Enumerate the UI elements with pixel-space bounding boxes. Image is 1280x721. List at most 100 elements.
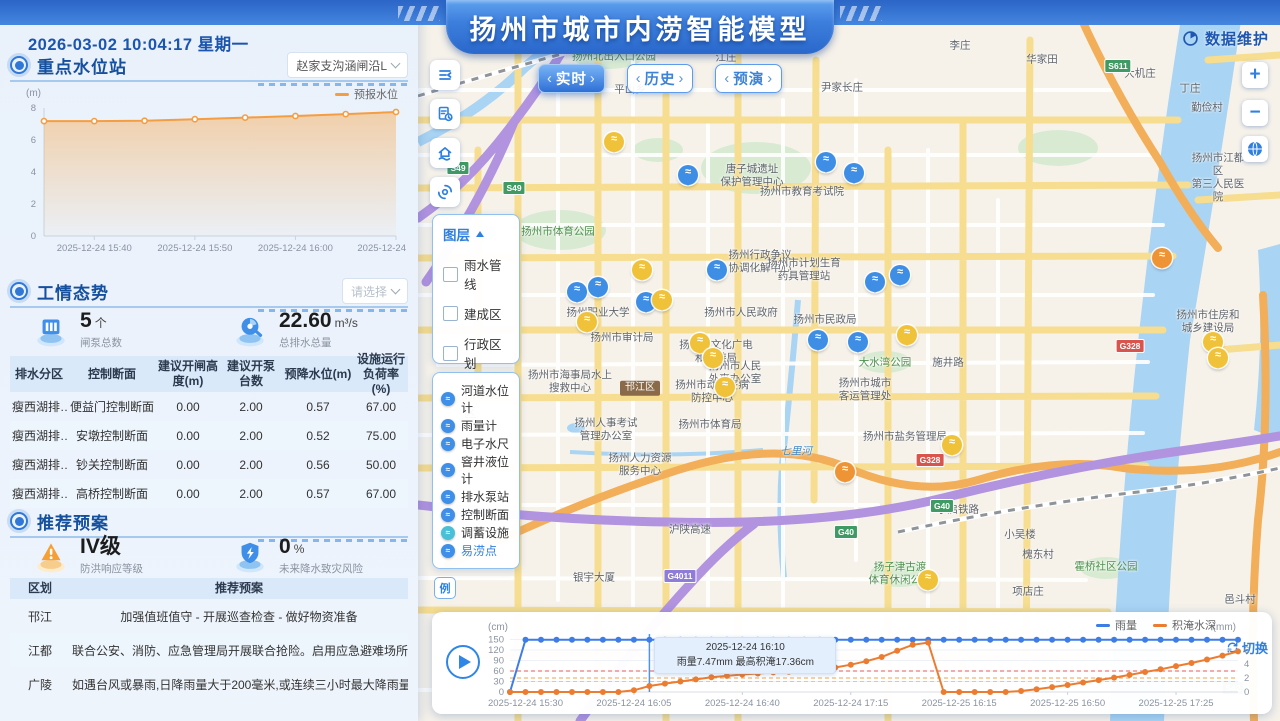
checkbox[interactable] (443, 306, 458, 321)
basemap-globe-button[interactable] (1242, 136, 1268, 162)
stat-value: 22.60 (279, 309, 332, 332)
svg-text:0: 0 (499, 687, 504, 698)
section-title: 重点水位站 (37, 53, 127, 78)
typhoon-icon-button[interactable] (430, 177, 460, 207)
layer-item-行政区划[interactable]: 行政区划 (443, 334, 509, 372)
table-cell: 加强值班值守 - 开展巡查检查 - 做好物资准备 (70, 608, 408, 625)
collapse-icon-button[interactable] (430, 60, 460, 90)
layer-item-建成区[interactable]: 建成区 (443, 304, 509, 323)
flood-level-icon (32, 537, 70, 575)
map-marker-yellow[interactable] (918, 570, 938, 590)
table-cell: 50.00 (354, 458, 408, 472)
checkbox[interactable] (443, 346, 458, 361)
zoom-out-button[interactable]: − (1242, 100, 1268, 126)
table-cell: 0.52 (282, 429, 354, 443)
legend-item-电子水尺[interactable]: 电子水尺 (441, 435, 511, 452)
station-chart-block[interactable]: (m) 预报水位 024682025-12-24 15:402025-12-24… (10, 86, 408, 266)
map-marker-yellow[interactable] (715, 377, 735, 397)
legend-item-控制断面[interactable]: 控制断面 (441, 506, 511, 523)
column-header: 区划 (10, 581, 70, 596)
mode-button-预演[interactable]: 预演 (715, 64, 782, 93)
column-header: 预降水位(m) (282, 367, 354, 382)
section-title: 工情态势 (37, 279, 109, 304)
stat-value: 0 (279, 535, 291, 558)
scheme-report-icon-button[interactable] (430, 99, 460, 129)
data-maintenance-button[interactable]: 数据维护 (1182, 28, 1269, 49)
svg-text:2025-12-24 15:50: 2025-12-24 15:50 (157, 243, 232, 254)
svg-text:2025-12-25 17:25: 2025-12-25 17:25 (1139, 698, 1214, 709)
chevron-down-icon (391, 59, 401, 69)
layers-panel-header[interactable]: 图层 (443, 224, 509, 244)
rainfall-depth-chart[interactable]: 030609012015002462025-12-24 15:302025-12… (462, 628, 1254, 712)
risk-shield-icon (231, 537, 269, 575)
engineering-table: 排水分区控制断面建议开闸高度(m)建议开泵台数预降水位(m)设施运行负荷率(%)… (10, 356, 408, 508)
table-cell: 广陵 (10, 676, 70, 693)
map-marker-blue[interactable] (808, 330, 828, 350)
svg-text:90: 90 (493, 656, 504, 667)
svg-text:8: 8 (31, 103, 36, 114)
legend-toggle-button[interactable]: 例 (434, 577, 456, 599)
map-pin-icon (441, 508, 455, 522)
map-marker-yellow[interactable] (942, 435, 962, 455)
svg-text:4: 4 (1244, 659, 1249, 670)
svg-text:4: 4 (31, 167, 36, 178)
legend-item-label: 调蓄设施 (461, 524, 509, 541)
stat-value: IV级 (80, 535, 121, 558)
map-marker-orange[interactable] (835, 462, 855, 482)
svg-text:2: 2 (31, 199, 36, 210)
flood-house-icon-button[interactable] (430, 138, 460, 168)
layer-label: 雨水管线 (464, 255, 509, 293)
svg-text:2025-12-24 16:40: 2025-12-24 16:40 (705, 698, 780, 709)
map-marker-blue[interactable] (890, 265, 910, 285)
legend-item-排水泵站[interactable]: 排水泵站 (441, 488, 511, 505)
stat-label: 未来降水致灾风险 (279, 561, 363, 576)
map-marker-yellow[interactable] (577, 312, 597, 332)
gate-icon (32, 311, 70, 349)
map-marker-yellow[interactable] (1208, 348, 1228, 368)
map-marker-yellow[interactable] (703, 348, 723, 368)
map-marker-blue[interactable] (816, 152, 836, 172)
svg-text:2025-12-24 16:05: 2025-12-24 16:05 (596, 698, 671, 709)
column-header: 建议开泵台数 (220, 359, 282, 389)
map-marker-blue[interactable] (678, 165, 698, 185)
table-cell: 邗江 (10, 608, 70, 625)
legend-item-窨井液位计[interactable]: 窨井液位计 (441, 453, 511, 487)
table-cell: 钞关控制断面 (68, 456, 156, 473)
zoom-in-button[interactable]: + (1242, 62, 1268, 88)
map-marker-blue[interactable] (567, 282, 587, 302)
legend-item-雨量计[interactable]: 雨量计 (441, 417, 511, 434)
layer-item-雨水管线[interactable]: 雨水管线 (443, 255, 509, 293)
legend-item-label: 窨井液位计 (461, 453, 511, 487)
svg-text:2025-12-24 16:00: 2025-12-24 16:00 (258, 243, 333, 254)
map-marker-blue[interactable] (865, 272, 885, 292)
map-marker-yellow[interactable] (632, 260, 652, 280)
map-marker-orange[interactable] (1152, 248, 1172, 268)
station-select-dropdown[interactable]: 赵家支沟涵闸沿L (287, 52, 408, 78)
legend-item-label: 电子水尺 (461, 435, 509, 452)
stat-value: 5 (80, 309, 92, 332)
map-marker-yellow[interactable] (604, 132, 624, 152)
engineering-select-dropdown[interactable]: 请选择 (342, 278, 408, 304)
table-cell: 2.00 (220, 400, 282, 414)
map-marker-blue[interactable] (588, 277, 608, 297)
map-marker-blue[interactable] (707, 260, 727, 280)
map-marker-blue[interactable] (844, 163, 864, 183)
map-marker-yellow[interactable] (897, 325, 917, 345)
checkbox[interactable] (443, 267, 458, 282)
mode-button-历史[interactable]: 历史 (627, 64, 694, 93)
globe-icon (1246, 140, 1264, 158)
legend-item-河道水位计[interactable]: 河道水位计 (441, 382, 511, 416)
left-panel: 2026-03-02 10:04:17 星期一 重点水位站 赵家支沟涵闸沿L (… (0, 0, 418, 721)
top-header: 扬州市城市内涝智能模型 (0, 0, 1280, 25)
legend-item-调蓄设施[interactable]: 调蓄设施 (441, 524, 511, 541)
map-marker-blue[interactable] (848, 332, 868, 352)
layer-label: 行政区划 (464, 334, 509, 372)
svg-text:6: 6 (1244, 645, 1249, 656)
table-cell: 75.00 (354, 429, 408, 443)
station-level-chart[interactable]: 024682025-12-24 15:402025-12-24 15:50202… (10, 96, 408, 268)
stat-label: 防洪响应等级 (80, 561, 143, 576)
map-marker-yellow[interactable] (652, 290, 672, 310)
mode-button-实时[interactable]: 实时 (538, 64, 605, 93)
table-cell: 便益门控制断面 (68, 398, 156, 415)
legend-item-易涝点[interactable]: 易涝点 (441, 542, 511, 559)
